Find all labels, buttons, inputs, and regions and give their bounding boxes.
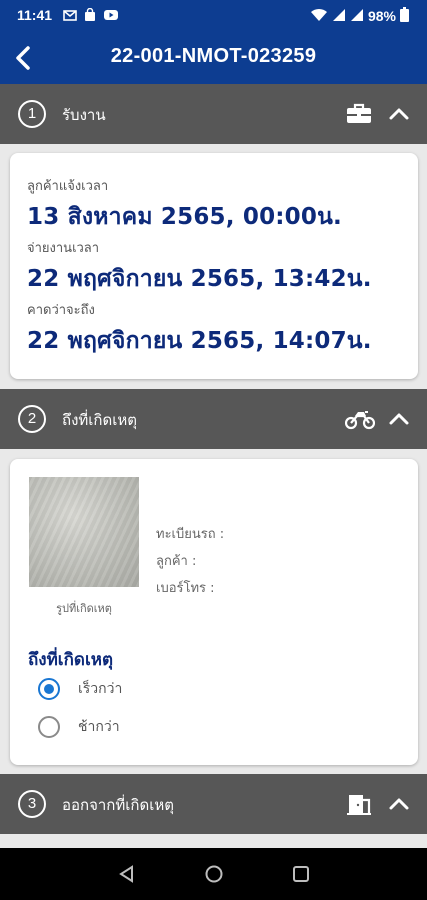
briefcase-icon xyxy=(345,102,373,126)
plate-label: ทะเบียนรถ : xyxy=(156,527,225,542)
battery-icon xyxy=(400,7,409,25)
phone-label: เบอร์โทร : xyxy=(156,581,215,596)
status-right: 98% xyxy=(310,7,409,25)
nav-home-icon[interactable] xyxy=(204,864,224,884)
section-label: ถึงที่เกิดเหตุ xyxy=(62,411,137,429)
page-title: 22-001-NMOT-023259 xyxy=(110,45,317,67)
section-label: ออกจากที่เกิดเหตุ xyxy=(62,796,174,814)
arrival-title: ถึงที่เกิดเหตุ xyxy=(28,650,113,670)
section-number: 1 xyxy=(18,100,46,128)
radio-label-earlier: เร็วกว่า xyxy=(78,681,123,697)
exit-door-icon xyxy=(345,792,373,816)
section-number: 2 xyxy=(18,405,46,433)
signal-icon-2 xyxy=(350,8,364,25)
youtube-icon xyxy=(103,8,118,22)
wifi-icon xyxy=(310,8,328,25)
customer-label: ลูกค้า : xyxy=(156,554,197,569)
section-header-arrive-scene[interactable]: 2 ถึงที่เกิดเหตุ xyxy=(0,389,427,449)
radio-label-later: ช้ากว่า xyxy=(78,719,120,735)
status-time: 11:41 xyxy=(17,7,53,23)
radio-option-earlier[interactable]: เร็วกว่า xyxy=(38,676,122,702)
job-time-card: ลูกค้าแจ้งเวลา 13 สิงหาคม 2565, 00:00น. … xyxy=(10,153,418,379)
status-bar: 11:41 98% xyxy=(0,0,427,32)
chevron-up-icon[interactable] xyxy=(387,407,411,431)
radio-button-unselected[interactable] xyxy=(38,716,60,738)
section-header-leave-scene[interactable]: 3 ออกจากที่เกิดเหตุ xyxy=(0,774,427,834)
arrival-card: รูปที่เกิดเหตุ ทะเบียนรถ : ลูกค้า : เบอร… xyxy=(10,459,418,765)
section-label: รับงาน xyxy=(62,106,106,124)
section-header-receive-job[interactable]: 1 รับงาน xyxy=(0,84,427,144)
radio-button-selected[interactable] xyxy=(38,678,60,700)
motorcycle-icon xyxy=(344,407,376,431)
chevron-up-icon[interactable] xyxy=(387,102,411,126)
gmail-icon xyxy=(63,8,77,22)
shopping-bag-icon xyxy=(83,7,97,22)
eta-label: คาดว่าจะถึง xyxy=(27,303,95,318)
scene-photo-caption: รูปที่เกิดเหตุ xyxy=(56,602,112,615)
scene-photo[interactable] xyxy=(29,477,139,587)
system-navigation-bar xyxy=(0,848,427,900)
top-app-bar: 11:41 98% 22-001-NMOT-023259 xyxy=(0,0,427,84)
battery-text: 98% xyxy=(367,8,396,24)
nav-recents-icon[interactable] xyxy=(291,864,311,884)
eta-value: 22 พฤศจิกายน 2565, 14:07น. xyxy=(27,328,372,354)
section-number: 3 xyxy=(18,790,46,818)
radio-option-later[interactable]: ช้ากว่า xyxy=(38,714,120,740)
app-bar: 22-001-NMOT-023259 xyxy=(0,38,427,78)
customer-notify-time-label: ลูกค้าแจ้งเวลา xyxy=(27,179,109,194)
notification-icons xyxy=(63,7,118,22)
customer-notify-time-value: 13 สิงหาคม 2565, 00:00น. xyxy=(27,204,342,230)
signal-icon xyxy=(332,8,346,25)
chevron-up-icon[interactable] xyxy=(387,792,411,816)
assign-time-label: จ่ายงานเวลา xyxy=(27,241,100,256)
nav-back-icon[interactable] xyxy=(117,864,137,884)
assign-time-value: 22 พฤศจิกายน 2565, 13:42น. xyxy=(27,266,372,292)
